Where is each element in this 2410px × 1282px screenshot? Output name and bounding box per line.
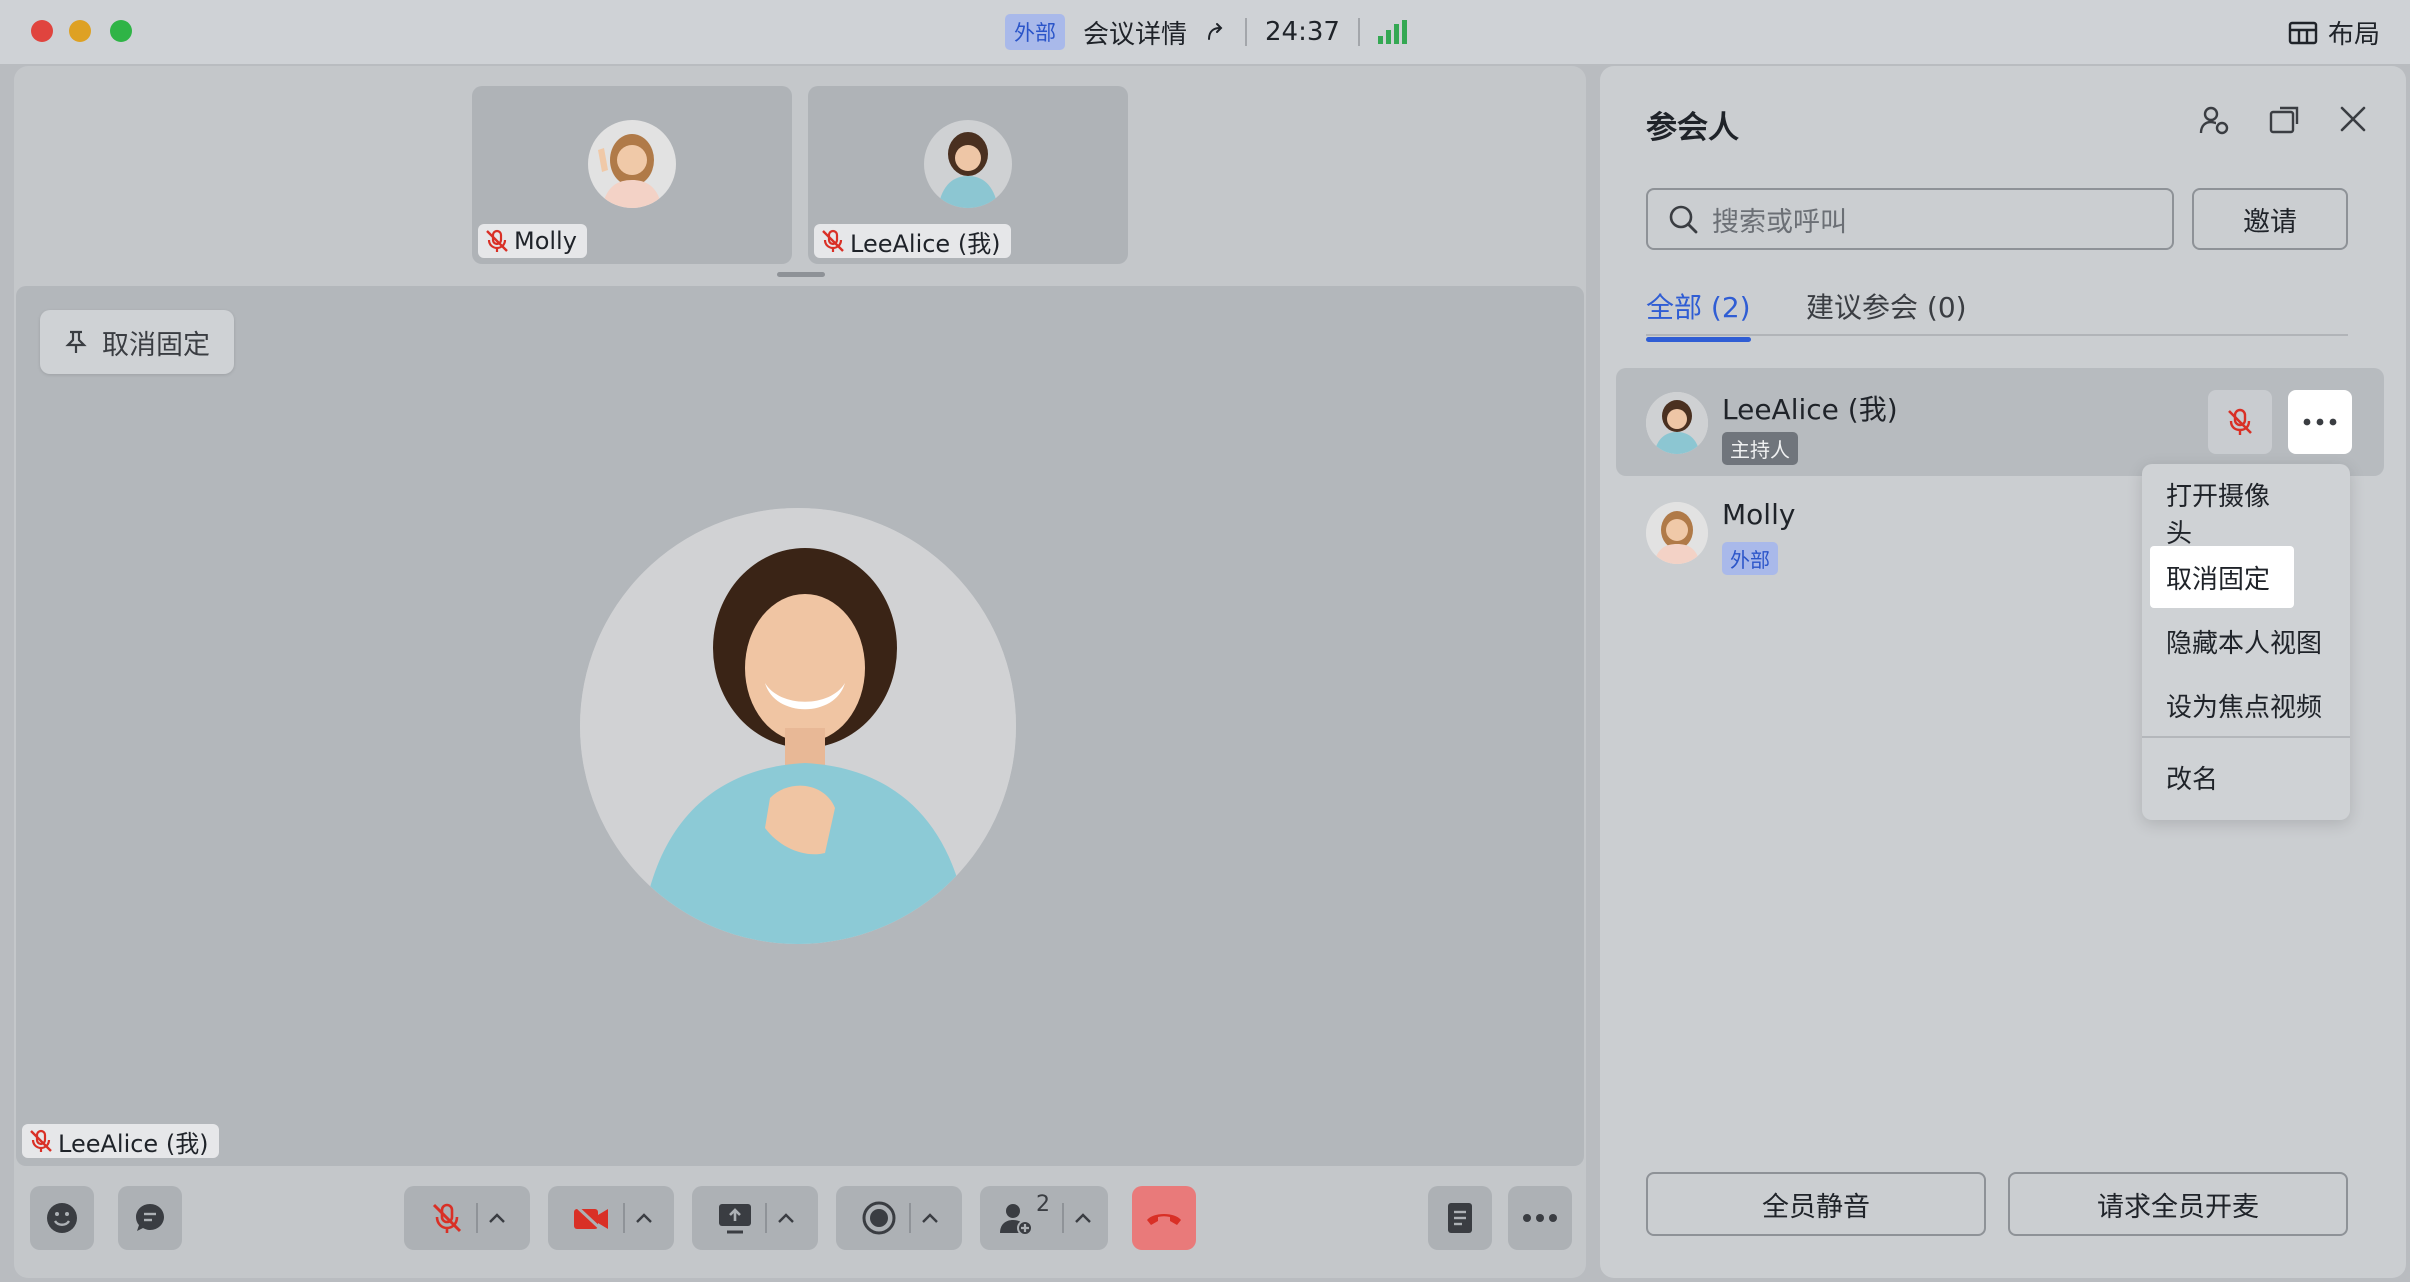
menu-divider <box>2142 736 2350 738</box>
search-input[interactable]: 搜索或呼叫 <box>1646 188 2174 250</box>
meeting-toolbar: 2 <box>16 1170 1584 1270</box>
participants-button[interactable]: 2 <box>998 1192 1050 1236</box>
unpin-button[interactable]: 取消固定 <box>40 310 234 374</box>
participant-row-leealice[interactable]: LeeAlice (我) 主持人 <box>1616 368 2384 476</box>
panel-header-actions <box>2198 104 2368 136</box>
pin-icon <box>65 330 87 353</box>
thumbnail-name: Molly <box>514 227 577 255</box>
participant-tabs: 全部 (2) 建议参会 (0) <box>1646 286 2348 342</box>
search-icon <box>1669 205 1698 234</box>
participant-settings-icon[interactable] <box>2198 104 2230 136</box>
share-screen-icon[interactable] <box>717 1201 753 1235</box>
panel-title: 参会人 <box>1646 110 1739 146</box>
notes-button[interactable] <box>1428 1186 1492 1250</box>
mic-muted-icon[interactable] <box>430 1201 464 1235</box>
avatar <box>924 120 1012 208</box>
document-icon <box>1448 1203 1472 1233</box>
layout-button[interactable]: 布局 <box>2288 14 2380 51</box>
record-control[interactable] <box>836 1186 962 1250</box>
microphone-control[interactable] <box>404 1186 530 1250</box>
hang-up-button[interactable] <box>1132 1186 1196 1250</box>
speaker-avatar <box>580 508 1016 944</box>
minimize-window-button[interactable] <box>69 20 91 42</box>
chevron-up-icon[interactable] <box>1062 1203 1106 1233</box>
avatar <box>588 120 676 208</box>
chevron-up-icon[interactable] <box>623 1203 667 1233</box>
video-thumbnail-leealice[interactable]: LeeAlice (我) <box>808 86 1128 264</box>
avatar <box>1646 502 1708 564</box>
mic-muted-icon <box>2228 408 2252 435</box>
avatar <box>1646 392 1708 454</box>
main-video-stage: 取消固定 LeeAlice (我) <box>16 286 1584 1166</box>
participant-context-menu: 打开摄像头 取消固定 隐藏本人视图 设为焦点视频 改名 <box>2142 464 2350 820</box>
layout-label: 布局 <box>2327 20 2380 50</box>
external-badge: 外部 <box>1005 14 1065 50</box>
chevron-up-icon[interactable] <box>765 1203 809 1233</box>
menu-item-unpin[interactable]: 取消固定 <box>2150 546 2294 608</box>
record-icon[interactable] <box>861 1200 897 1236</box>
signal-strength-icon[interactable] <box>1377 20 1407 44</box>
chat-button[interactable] <box>118 1186 182 1250</box>
tab-all[interactable]: 全部 (2) <box>1646 286 1751 342</box>
pop-out-icon[interactable] <box>2268 104 2300 136</box>
title-bar: 外部 会议详情 24:37 布局 <box>0 0 2410 64</box>
more-icon <box>1523 1214 1557 1222</box>
mic-muted-icon <box>486 229 508 252</box>
participant-more-button[interactable] <box>2288 390 2352 454</box>
video-thumbnail-molly[interactable]: Molly <box>472 86 792 264</box>
participant-name-tag: Molly <box>478 224 587 258</box>
participant-name-tag: LeeAlice (我) <box>814 224 1011 258</box>
mic-muted-icon <box>822 229 844 252</box>
participants-control[interactable]: 2 <box>980 1186 1108 1250</box>
unpin-label: 取消固定 <box>102 329 210 361</box>
chat-icon <box>136 1204 164 1231</box>
menu-item-hide-self-view[interactable]: 隐藏本人视图 <box>2150 610 2350 672</box>
speaker-name: LeeAlice (我) <box>58 1129 209 1158</box>
menu-item-rename[interactable]: 改名 <box>2150 746 2294 808</box>
separator <box>1357 18 1360 46</box>
menu-item-set-focus-video[interactable]: 设为焦点视频 <box>2150 674 2350 736</box>
participant-mute-button[interactable] <box>2208 390 2272 454</box>
camera-off-icon[interactable] <box>571 1201 611 1235</box>
invite-button[interactable]: 邀请 <box>2192 188 2348 250</box>
chevron-up-icon[interactable] <box>909 1203 953 1233</box>
meeting-timer: 24:37 <box>1265 17 1340 47</box>
camera-control[interactable] <box>548 1186 674 1250</box>
add-participant-icon <box>1000 1204 1033 1236</box>
meeting-details-link[interactable]: 会议详情 <box>1083 14 1187 51</box>
reactions-button[interactable] <box>30 1186 94 1250</box>
separator <box>1245 18 1248 46</box>
external-badge: 外部 <box>1722 542 1778 575</box>
close-window-button[interactable] <box>31 20 53 42</box>
participant-name: Molly <box>1722 498 1796 531</box>
tab-suggested[interactable]: 建议参会 (0) <box>1806 286 1967 326</box>
thumbnail-name: LeeAlice (我) <box>850 229 1001 258</box>
meeting-info: 外部 会议详情 24:37 <box>1005 12 1407 52</box>
phone-hangup-icon <box>1147 1214 1181 1225</box>
emoji-icon <box>47 1203 77 1233</box>
maximize-window-button[interactable] <box>110 20 132 42</box>
mic-muted-icon <box>30 1129 52 1152</box>
participants-count: 2 <box>1036 1192 1050 1217</box>
chevron-up-icon[interactable] <box>476 1203 520 1233</box>
participant-name: LeeAlice (我) <box>1722 393 1898 426</box>
request-unmute-all-button[interactable]: 请求全员开麦 <box>2008 1172 2348 1236</box>
close-icon[interactable] <box>2338 104 2368 134</box>
search-placeholder: 搜索或呼叫 <box>1712 206 1847 238</box>
menu-item-turn-on-camera[interactable]: 打开摄像头 <box>2150 482 2294 549</box>
resize-handle[interactable] <box>777 272 825 277</box>
host-badge: 主持人 <box>1722 432 1798 465</box>
speaker-name-tag: LeeAlice (我) <box>22 1124 219 1158</box>
share-screen-control[interactable] <box>692 1186 818 1250</box>
share-icon[interactable] <box>1205 21 1227 43</box>
mute-all-button[interactable]: 全员静音 <box>1646 1172 1986 1236</box>
layout-icon <box>2288 21 2318 44</box>
more-options-button[interactable] <box>1508 1186 1572 1250</box>
more-icon <box>2303 418 2337 426</box>
